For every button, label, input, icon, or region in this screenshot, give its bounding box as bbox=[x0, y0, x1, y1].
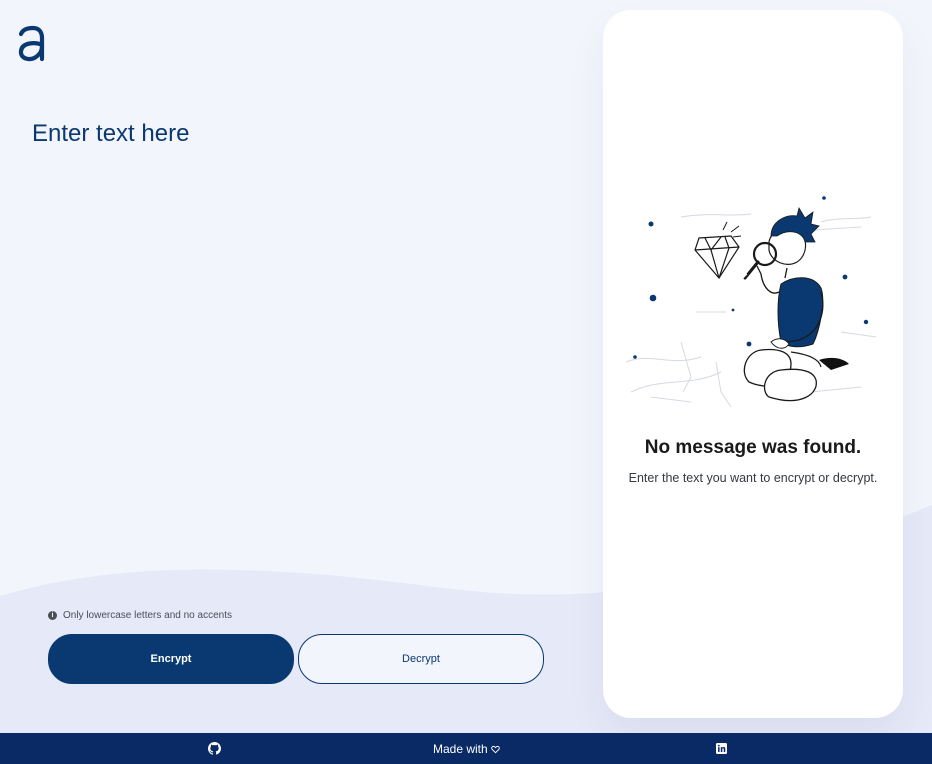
decrypt-button[interactable]: Decrypt bbox=[298, 634, 544, 684]
linkedin-icon[interactable] bbox=[716, 743, 727, 754]
hint-text: Only lowercase letters and no accents bbox=[63, 609, 232, 621]
letter-a-logo-icon[interactable] bbox=[16, 24, 46, 64]
person-searching-diamond-illustration bbox=[625, 196, 877, 408]
empty-state-subtitle: Enter the text you want to encrypt or de… bbox=[628, 471, 878, 485]
result-panel: No message was found. Enter the text you… bbox=[603, 10, 903, 718]
empty-state-title: No message was found. bbox=[644, 437, 862, 458]
heart-icon bbox=[490, 745, 500, 753]
message-input[interactable] bbox=[32, 112, 592, 582]
made-with: Made with bbox=[433, 742, 500, 756]
info-icon: i bbox=[48, 610, 57, 620]
made-with-text: Made with bbox=[433, 742, 488, 756]
footer: Made with bbox=[0, 733, 932, 764]
github-icon[interactable] bbox=[208, 742, 221, 755]
input-hint: i Only lowercase letters and no accents bbox=[48, 609, 232, 621]
encrypt-button[interactable]: Encrypt bbox=[48, 634, 294, 684]
